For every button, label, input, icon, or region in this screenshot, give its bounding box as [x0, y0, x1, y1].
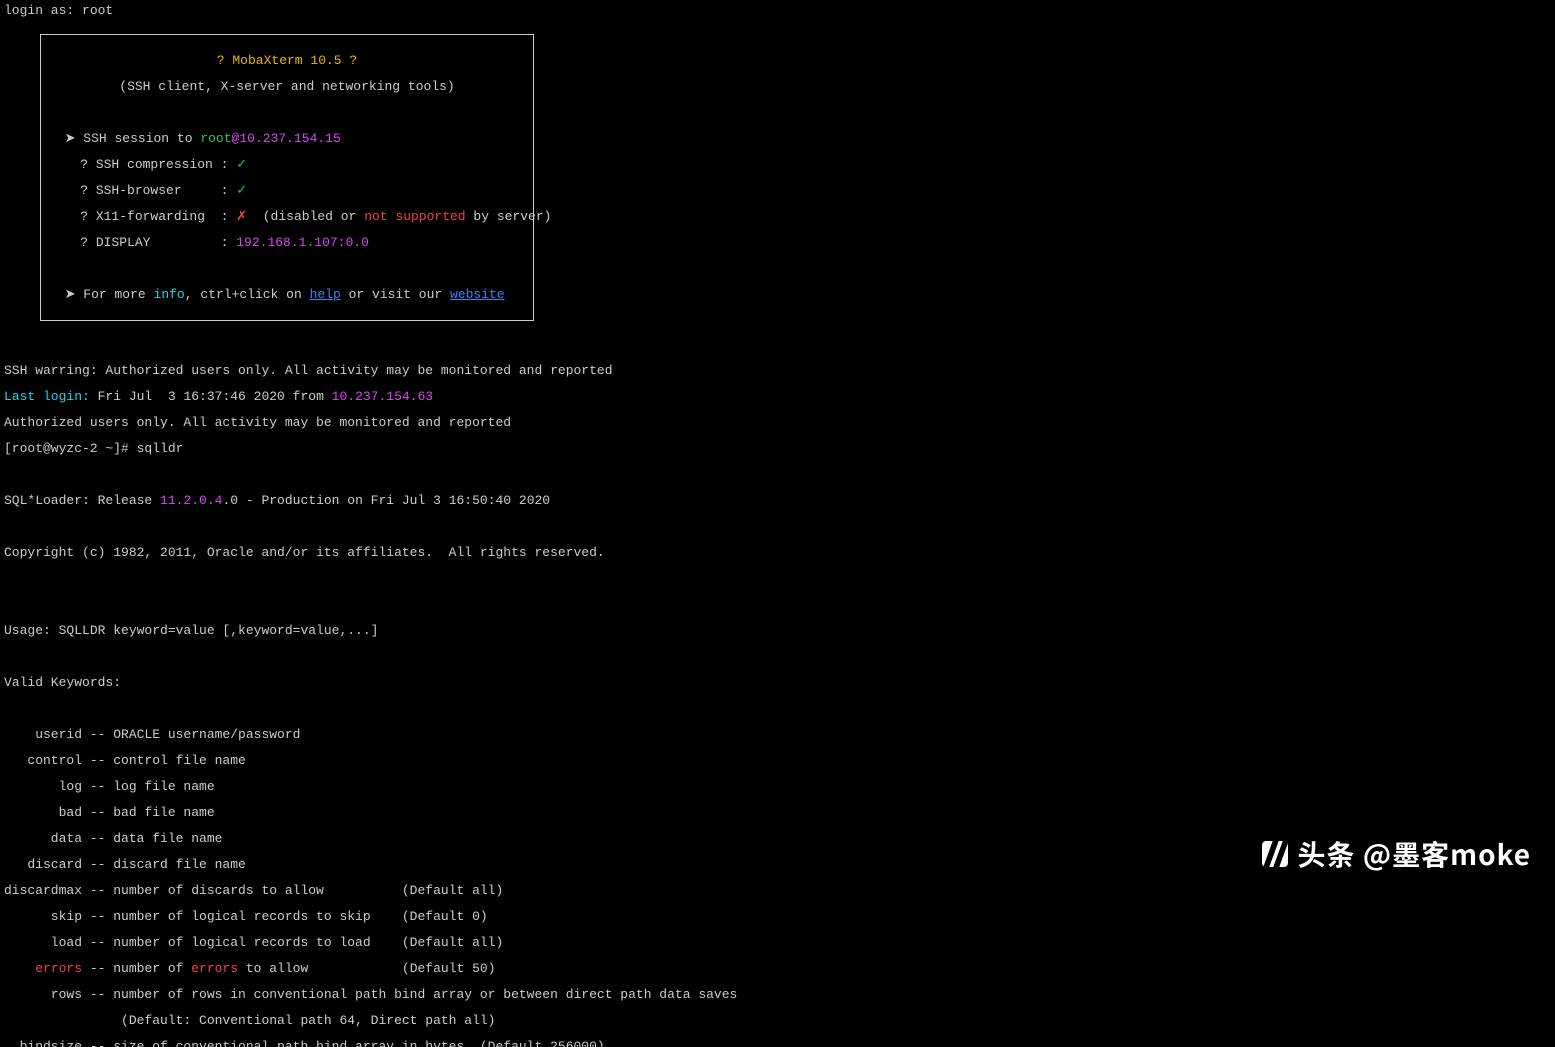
banner-title: ? MobaXterm 10.5 ? [49, 54, 525, 67]
more-info-line: ➤ For more info, ctrl+click on help or v… [49, 288, 525, 301]
blank [4, 338, 1551, 351]
auth-line: Authorized users only. All activity may … [4, 416, 1551, 429]
blank [4, 650, 1551, 663]
usage-line: Usage: SQLLDR keyword=value [,keyword=va… [4, 624, 1551, 637]
mobaxterm-banner: ? MobaXterm 10.5 ? (SSH client, X-server… [40, 34, 534, 321]
kw-bindsize: bindsize -- size of conventional path bi… [4, 1040, 1551, 1047]
blank [49, 106, 525, 119]
blank [4, 598, 1551, 611]
ssh-session-line: ➤ SSH session to root@10.237.154.15 [49, 132, 525, 145]
kw-control: control -- control file name [4, 754, 1551, 767]
blank [4, 520, 1551, 533]
shell-prompt-1: [root@wyzc-2 ~]# sqlldr [4, 442, 1551, 455]
ssh-browser-line: ? SSH-browser : ✓ [49, 184, 525, 197]
sqlldr-version: SQL*Loader: Release 11.2.0.4.0 - Product… [4, 494, 1551, 507]
watermark: 头条 @墨客moke [1262, 841, 1531, 867]
kw-rows-cont: (Default: Conventional path 64, Direct p… [4, 1014, 1551, 1027]
kw-bad: bad -- bad file name [4, 806, 1551, 819]
copyright-line: Copyright (c) 1982, 2011, Oracle and/or … [4, 546, 1551, 559]
kw-userid: userid -- ORACLE username/password [4, 728, 1551, 741]
website-link[interactable]: website [450, 287, 505, 302]
kw-load: load -- number of logical records to loa… [4, 936, 1551, 949]
ssh-warning: SSH warring: Authorized users only. All … [4, 364, 1551, 377]
display-line: ? DISPLAY : 192.168.1.107:0.0 [49, 236, 525, 249]
last-login-line: Last login: Fri Jul 3 16:37:46 2020 from… [4, 390, 1551, 403]
kw-rows: rows -- number of rows in conventional p… [4, 988, 1551, 1001]
kw-discardmax: discardmax -- number of discards to allo… [4, 884, 1551, 897]
kw-errors: errors -- number of errors to allow (Def… [4, 962, 1551, 975]
ssh-compression-line: ? SSH compression : ✓ [49, 158, 525, 171]
login-prompt: login as: root [4, 4, 1551, 17]
banner-subtitle: (SSH client, X-server and networking too… [49, 80, 525, 93]
terminal-output[interactable]: login as: root ? MobaXterm 10.5 ? (SSH c… [0, 0, 1555, 1047]
blank [4, 702, 1551, 715]
blank [4, 572, 1551, 585]
help-link[interactable]: help [310, 287, 341, 302]
kw-skip: skip -- number of logical records to ski… [4, 910, 1551, 923]
toutiao-logo-icon [1262, 841, 1288, 867]
x11-forwarding-line: ? X11-forwarding : ✗ (disabled or not su… [49, 210, 525, 223]
kw-log: log -- log file name [4, 780, 1551, 793]
blank [49, 262, 525, 275]
blank [4, 468, 1551, 481]
watermark-text: 头条 @墨客moke [1298, 848, 1531, 861]
valid-keywords-header: Valid Keywords: [4, 676, 1551, 689]
